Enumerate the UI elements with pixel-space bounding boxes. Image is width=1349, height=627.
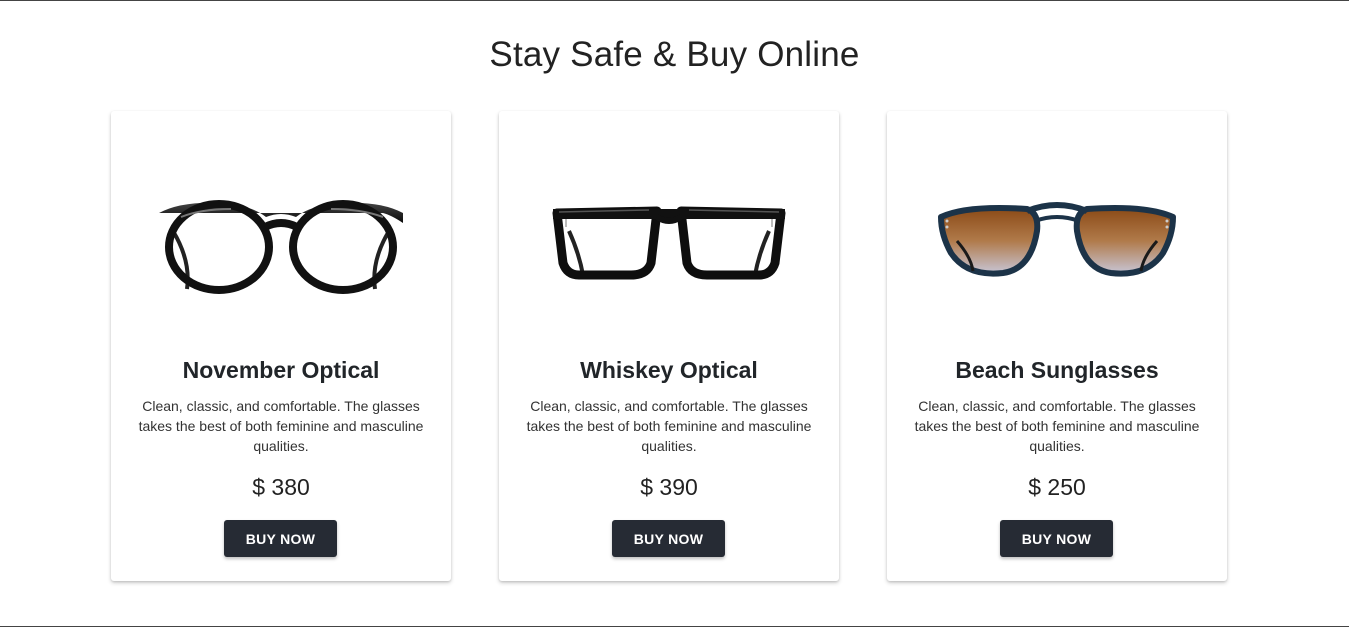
product-description: Clean, classic, and comfortable. The gla… [138,398,424,454]
product-price: $ 390 [640,474,698,500]
product-title: Whiskey Optical [580,357,758,383]
product-price: $ 250 [1028,474,1086,500]
buy-now-button[interactable]: BUY NOW [224,520,337,557]
buy-now-button[interactable]: BUY NOW [1000,520,1113,557]
product-card: November Optical Clean, classic, and com… [111,111,451,581]
buy-now-button[interactable]: BUY NOW [612,520,725,557]
page: Stay Safe & Buy Online November Optical … [0,0,1349,627]
product-description: Clean, classic, and comfortable. The gla… [914,398,1200,454]
section-title: Stay Safe & Buy Online [489,35,860,74]
round-eyeglasses-image [159,200,403,294]
product-card: Beach Sunglasses Clean, classic, and com… [887,111,1227,581]
product-description: Clean, classic, and comfortable. The gla… [526,398,812,454]
product-cards: November Optical Clean, classic, and com… [111,111,1227,581]
product-title: November Optical [182,357,380,383]
aviator-sunglasses-image [938,202,1176,277]
product-title: Beach Sunglasses [955,357,1159,383]
rectangular-eyeglasses-image [552,206,786,280]
product-card: Whiskey Optical Clean, classic, and comf… [499,111,839,581]
product-price: $ 380 [252,474,310,500]
